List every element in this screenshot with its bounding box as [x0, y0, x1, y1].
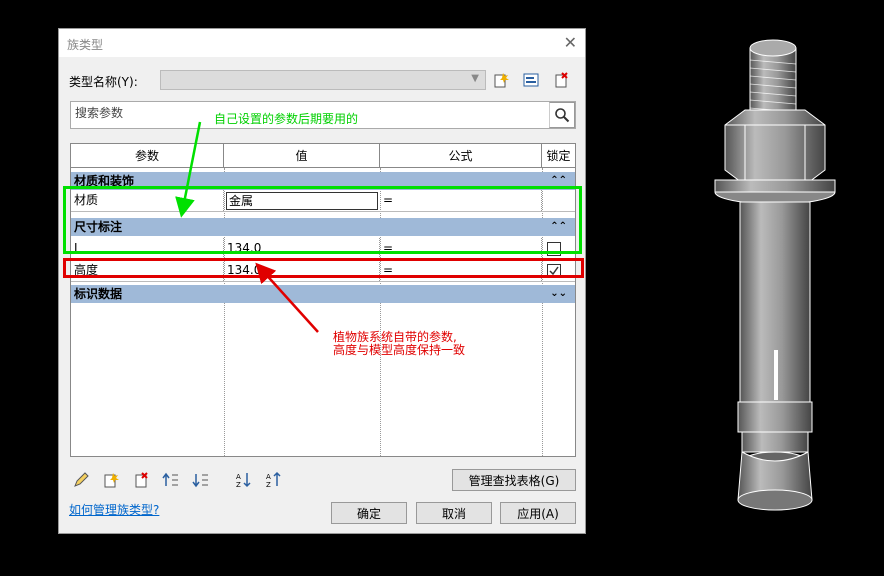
- green-arrow: [175, 121, 202, 218]
- anchor-bolt-model-image: [714, 39, 836, 511]
- red-arrow: [255, 262, 319, 333]
